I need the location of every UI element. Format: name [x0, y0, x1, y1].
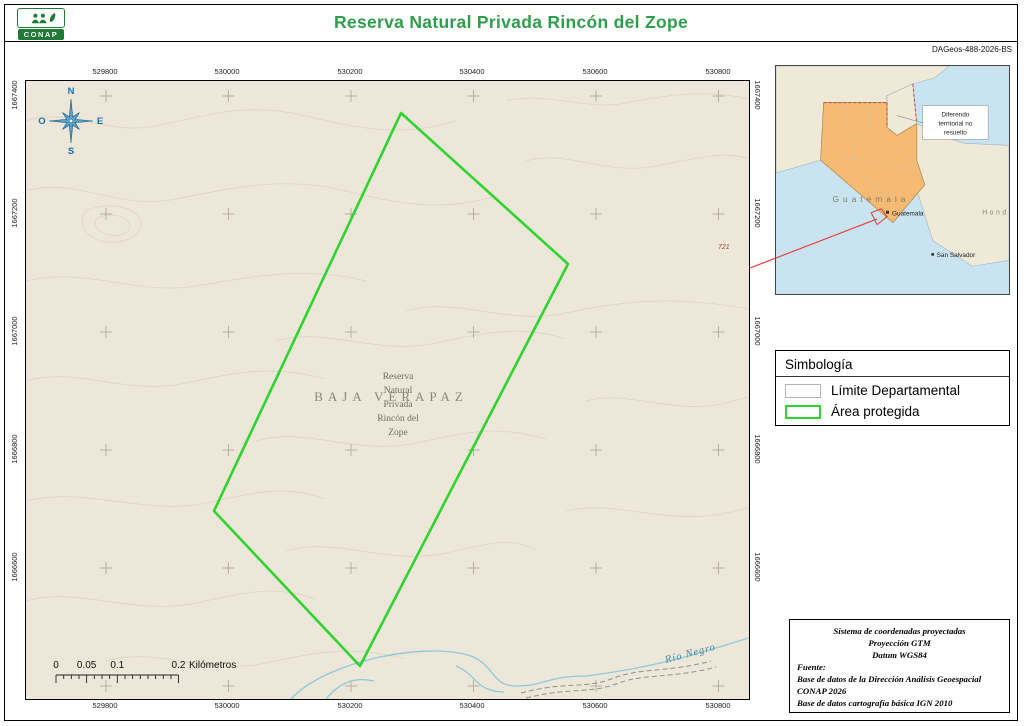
territorial-note-line: territorial no: [938, 120, 972, 127]
departmental-boundary-swatch: [785, 383, 821, 398]
country-name-label: Guatemala: [833, 194, 910, 204]
scale-unit-label: Kilómetros: [189, 660, 236, 671]
grid-label-top: 530600: [582, 67, 608, 76]
grid-label-bottom: 530000: [214, 701, 240, 710]
legend-title: Simbología: [785, 357, 853, 372]
san-salvador-marker: [931, 252, 935, 256]
grid-label-bottom: 530400: [459, 701, 485, 710]
conap-logo-icon: [17, 8, 65, 28]
grid-label-top: 530000: [214, 67, 240, 76]
grid-label-right: 1667200: [753, 198, 762, 228]
grid-label-left: 1667200: [10, 198, 19, 228]
territorial-note-line: Diferendo: [941, 112, 969, 119]
compass-s-label: S: [68, 146, 74, 157]
legend-item-label: Área protegida: [831, 404, 920, 419]
source-line: Base de datos cartografía básica IGN 201…: [797, 698, 953, 708]
grid-label-right: 1666600: [753, 552, 762, 582]
honduras-label: Honduras: [982, 210, 1009, 217]
conap-logo: CONAP: [14, 8, 68, 40]
main-map: BAJA VERAPAZ Reserva Natural Privada Rin…: [25, 80, 760, 700]
grid-label-top: 530200: [337, 67, 363, 76]
grid-label-left: 1667000: [10, 316, 19, 346]
document-id: DAGeos-488-2026-BS: [931, 45, 1012, 54]
credits-box: Sistema de coordenadas proyectadas Proye…: [789, 619, 1010, 713]
territorial-note-line: resuelto: [944, 129, 967, 136]
legend: Simbología Límite Departamental Área pro…: [775, 350, 1010, 426]
scale-tick-label: 0.1: [110, 660, 124, 671]
legend-item-departmental: Límite Departamental: [776, 377, 1009, 398]
projection-line: Datum WGS84: [872, 650, 927, 660]
conap-logo-label: CONAP: [17, 29, 65, 40]
protected-area-swatch: [785, 404, 821, 419]
grid-label-bottom: 530600: [582, 701, 608, 710]
inset-map: Diferendo territorial no resuelto Guatem…: [775, 65, 1024, 295]
reserve-name-line: Reserva: [383, 372, 414, 382]
grid-label-bottom: 529800: [92, 701, 118, 710]
reserve-name-line: Natural: [384, 386, 413, 396]
compass-center: [68, 118, 74, 124]
capital-city-marker: [886, 210, 890, 214]
grid-label-right: 1666800: [753, 434, 762, 464]
san-salvador-label: San Salvador: [937, 252, 977, 259]
grid-label-top: 529800: [92, 67, 118, 76]
grid-label-left: 1667400: [10, 80, 19, 110]
projection-line: Sistema de coordenadas proyectadas: [833, 626, 966, 636]
scale-tick-label: 0: [53, 660, 59, 671]
grid-label-right: 1667400: [753, 80, 762, 110]
map-title: Reserva Natural Privada Rincón del Zope: [333, 12, 689, 32]
source-line: Base de datos de la Dirección Análisis G…: [797, 674, 982, 684]
legend-item-label: Límite Departamental: [831, 383, 961, 398]
header: CONAP Reserva Natural Privada Rincón del…: [4, 4, 1018, 42]
grid-label-bottom: 530800: [705, 701, 731, 710]
inset-canvas: Diferendo territorial no resuelto Guatem…: [775, 65, 1024, 294]
conap-map-sheet: CONAP Reserva Natural Privada Rincón del…: [0, 0, 1024, 726]
elevation-label: 721: [718, 244, 730, 251]
grid-label-bottom: 530200: [337, 701, 363, 710]
reserve-name-line: Privada: [383, 400, 413, 410]
projection-line: Proyección GTM: [868, 638, 931, 648]
legend-item-protected: Área protegida: [776, 398, 1009, 419]
grid-label-top: 530400: [459, 67, 485, 76]
compass-o-label: O: [38, 116, 45, 127]
grid-label-right: 1667000: [753, 316, 762, 346]
source-heading: Fuente:: [797, 662, 826, 672]
grid-label-left: 1666600: [10, 552, 19, 582]
grid-label-left: 1666800: [10, 434, 19, 464]
scale-tick-label: 0.05: [77, 660, 97, 671]
source-line: CONAP 2026: [797, 686, 847, 696]
grid-label-top: 530800: [705, 67, 731, 76]
scale-tick-label: 0.2: [172, 660, 186, 671]
compass-n-label: N: [68, 86, 75, 97]
reserve-name-line: Rincón del: [377, 414, 419, 424]
reserve-name-line: Zope: [388, 428, 408, 438]
map-canvas: BAJA VERAPAZ Reserva Natural Privada Rin…: [25, 81, 760, 700]
compass-e-label: E: [97, 116, 103, 127]
conap-emblem-icon: [31, 12, 56, 23]
capital-city-label: Guatemala: [892, 211, 924, 218]
